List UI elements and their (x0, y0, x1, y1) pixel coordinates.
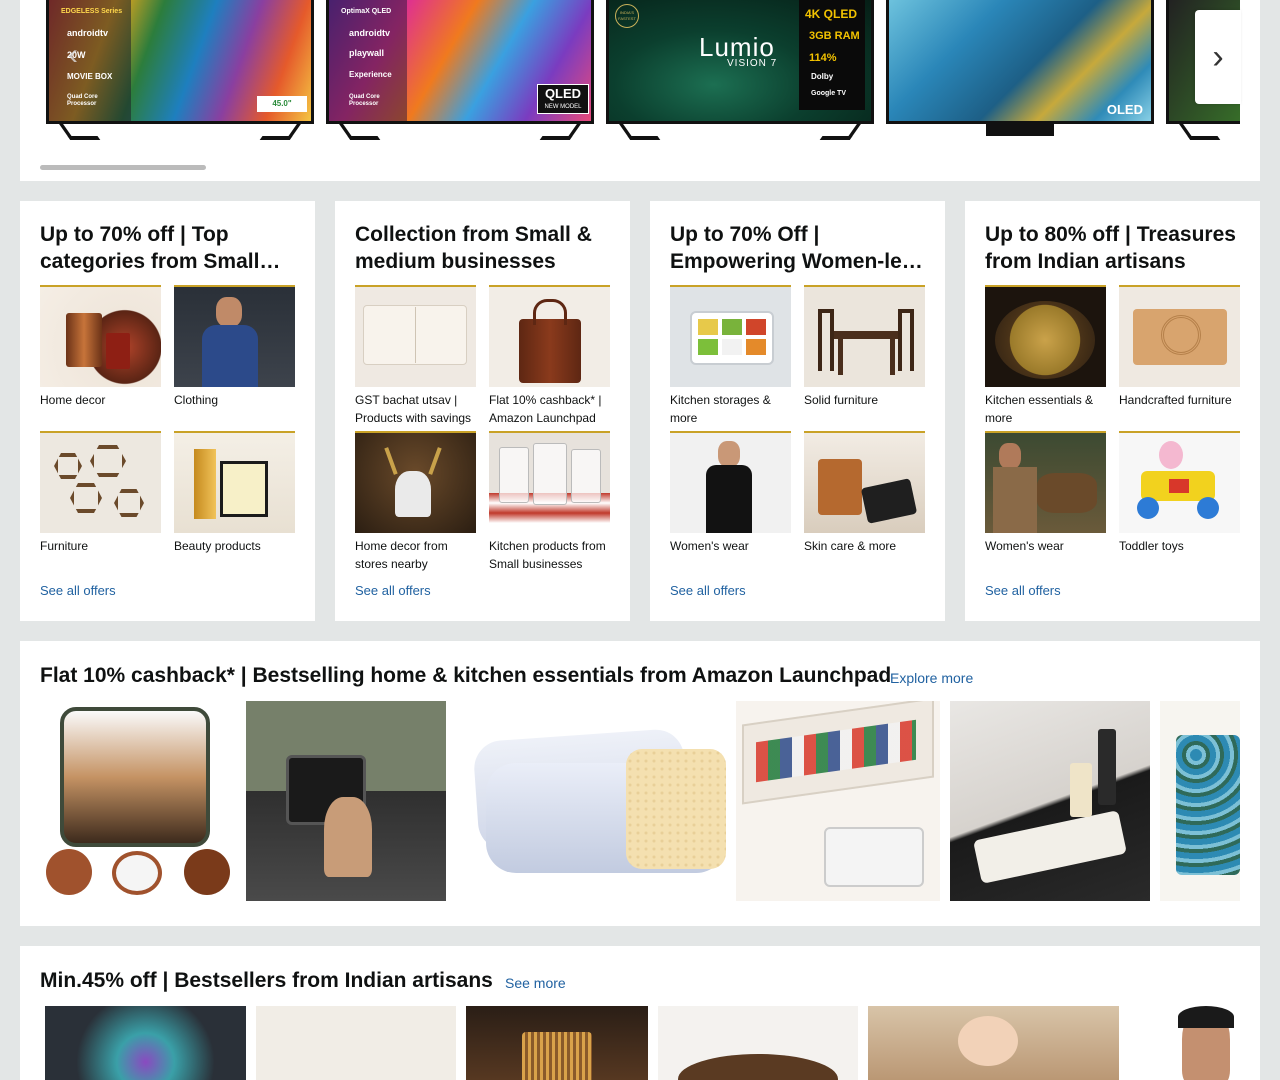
artisans-bestsellers-row: Min.45% off | Bestsellers from Indian ar… (20, 946, 1260, 1080)
quad-tile-kitchen-essentials[interactable]: Kitchen essentials & more (985, 285, 1106, 427)
tv-spec-dolby: Dolby (811, 72, 834, 81)
explore-more-link[interactable]: Explore more (890, 670, 973, 686)
tv-qled-badge: QLED (544, 86, 582, 101)
tv-feature-label: playwall (349, 48, 385, 58)
quad-tile-artisan-womens-wear[interactable]: Women's wear (985, 431, 1106, 555)
tv-carousel: EDGELESS Series androidtv 20W MOVIE BOX … (20, 0, 1260, 181)
tv-processor-label: Quad Core Processor (349, 94, 380, 107)
quad-tile-skin-care[interactable]: Skin care & more (804, 431, 925, 555)
carousel-product-tv-2[interactable]: OptimaX QLED androidtv playwall Experien… (326, 0, 594, 140)
tv-os-label: androidtv (67, 28, 109, 38)
card-title[interactable]: Up to 70% off | Top categories from Smal… (40, 221, 295, 275)
tile-label: Skin care & more (804, 539, 897, 553)
quad-tile-beauty-products[interactable]: Beauty products (174, 431, 295, 555)
product-kitchen-sink[interactable] (246, 701, 446, 901)
tile-label: Flat 10% cashback* | Amazon Launchpad (489, 393, 602, 425)
quad-card-small-business-offers: Up to 70% off | Top categories from Smal… (20, 201, 315, 621)
see-all-offers-link[interactable]: See all offers (40, 583, 116, 598)
quad-tile-gst-savings[interactable]: GST bachat utsav | Products with savings (355, 285, 476, 427)
tile-label: Solid furniture (804, 393, 879, 407)
quad-tile-furniture[interactable]: Furniture (40, 431, 161, 555)
carousel-product-tv-3[interactable]: INDIA'S FASTEST Lumio VISION 7 4K QLED 3… (606, 0, 874, 140)
card-title[interactable]: Collection from Small & medium businesse… (355, 221, 610, 275)
product-pendant-lamp[interactable] (466, 1006, 648, 1080)
see-all-offers-link[interactable]: See all offers (670, 583, 746, 598)
carousel-prev-button[interactable]: ‹ (68, 40, 92, 70)
product-memory-pillow[interactable] (456, 701, 736, 901)
see-all-offers-link[interactable]: See all offers (985, 583, 1061, 598)
tile-label: Women's wear (670, 539, 749, 553)
row-title: Flat 10% cashback* | Bestselling home & … (40, 664, 892, 687)
row-title: Min.45% off | Bestsellers from Indian ar… (40, 969, 493, 992)
tv-series-label: EDGELESS Series (61, 8, 123, 15)
launchpad-bestsellers-row: Flat 10% cashback* | Bestselling home & … (20, 641, 1260, 926)
quad-tile-home-decor[interactable]: Home decor (40, 285, 161, 409)
tv-processor-label: Quad Core Processor (67, 94, 98, 107)
product-peg-dolls[interactable] (868, 1006, 1119, 1080)
tile-label: Furniture (40, 539, 89, 553)
see-all-offers-link[interactable]: See all offers (355, 583, 431, 598)
tv-size-badge: 45.0" (257, 96, 307, 112)
quad-tile-solid-furniture[interactable]: Solid furniture (804, 285, 925, 409)
quad-tile-handcrafted-furniture[interactable]: Handcrafted furniture (1119, 285, 1240, 409)
tile-label: Kitchen products from Small businesses (489, 539, 606, 571)
product-gem-tree[interactable] (45, 1006, 246, 1080)
tv-award-badge: INDIA'S FASTEST (615, 4, 639, 28)
tile-label: Home decor (40, 393, 106, 407)
tv-spec-color: 114% (809, 52, 837, 64)
quad-tile-clothing[interactable]: Clothing (174, 285, 295, 409)
product-earrings-model[interactable] (1160, 1006, 1240, 1080)
tv-spec-google: Google TV (811, 90, 846, 97)
carousel-product-tv-4[interactable]: OLED (886, 0, 1154, 140)
quad-card-indian-artisans: Up to 80% off | Treasures from Indian ar… (965, 201, 1260, 621)
see-more-link[interactable]: See more (505, 975, 566, 991)
tile-label: Kitchen storages & more (670, 393, 771, 425)
product-artisan-2[interactable] (256, 1006, 456, 1080)
tile-label: Home decor from stores nearby (355, 539, 448, 571)
quad-tile-kitchen-storages[interactable]: Kitchen storages & more (670, 285, 791, 427)
carousel-scrollbar[interactable] (40, 165, 206, 170)
product-marble-tray[interactable] (950, 701, 1150, 901)
quad-card-small-medium-business: Collection from Small & medium businesse… (335, 201, 630, 621)
product-wooden-tray[interactable] (658, 1006, 858, 1080)
tv-feature-label: MOVIE BOX (67, 72, 113, 81)
carousel-next-button[interactable]: › (1195, 10, 1241, 104)
card-title[interactable]: Up to 80% off | Treasures from Indian ar… (985, 221, 1240, 275)
product-strip (40, 701, 1240, 901)
tv-oled-label: OLED (1106, 102, 1143, 117)
quad-tile-launchpad-cashback[interactable]: Flat 10% cashback* | Amazon Launchpad (489, 285, 610, 427)
tile-label: Clothing (174, 393, 219, 407)
product-shoe-organizer[interactable] (736, 701, 940, 901)
tile-label: Beauty products (174, 539, 261, 553)
product-lamp-shade[interactable] (1160, 701, 1240, 901)
tile-label: Women's wear (985, 539, 1064, 553)
quad-card-women-led-business: Up to 70% Off | Empowering Women-le… Kit… (650, 201, 945, 621)
carousel-track: EDGELESS Series androidtv 20W MOVIE BOX … (46, 0, 1240, 145)
tv-series-label: OptimaX QLED (341, 8, 392, 15)
tv-experience-label: Experience (349, 70, 392, 79)
card-title[interactable]: Up to 70% Off | Empowering Women-le… (670, 221, 925, 275)
quad-tile-womens-wear[interactable]: Women's wear (670, 431, 791, 555)
tile-label: Handcrafted furniture (1119, 393, 1232, 407)
tv-os-label: androidtv (349, 28, 391, 38)
product-strip (40, 1006, 1240, 1080)
tile-label: GST bachat utsav | Products with savings (355, 393, 472, 425)
product-storage-container[interactable] (40, 701, 240, 901)
tv-spec-qled: 4K QLED (805, 7, 858, 21)
tv-new-model-label: NEW MODEL (544, 104, 582, 110)
quad-tile-toddler-toys[interactable]: Toddler toys (1119, 431, 1240, 555)
tv-model-label: VISION 7 (727, 58, 778, 69)
tile-label: Kitchen essentials & more (985, 393, 1094, 425)
tile-label: Toddler toys (1119, 539, 1184, 553)
quad-tile-home-decor-nearby[interactable]: Home decor from stores nearby (355, 431, 476, 573)
chevron-right-icon: › (1212, 37, 1224, 76)
quad-tile-kitchen-small-business[interactable]: Kitchen products from Small businesses (489, 431, 610, 573)
carousel-product-tv-1[interactable]: EDGELESS Series androidtv 20W MOVIE BOX … (46, 0, 314, 140)
tv-spec-ram: 3GB RAM (809, 30, 860, 42)
